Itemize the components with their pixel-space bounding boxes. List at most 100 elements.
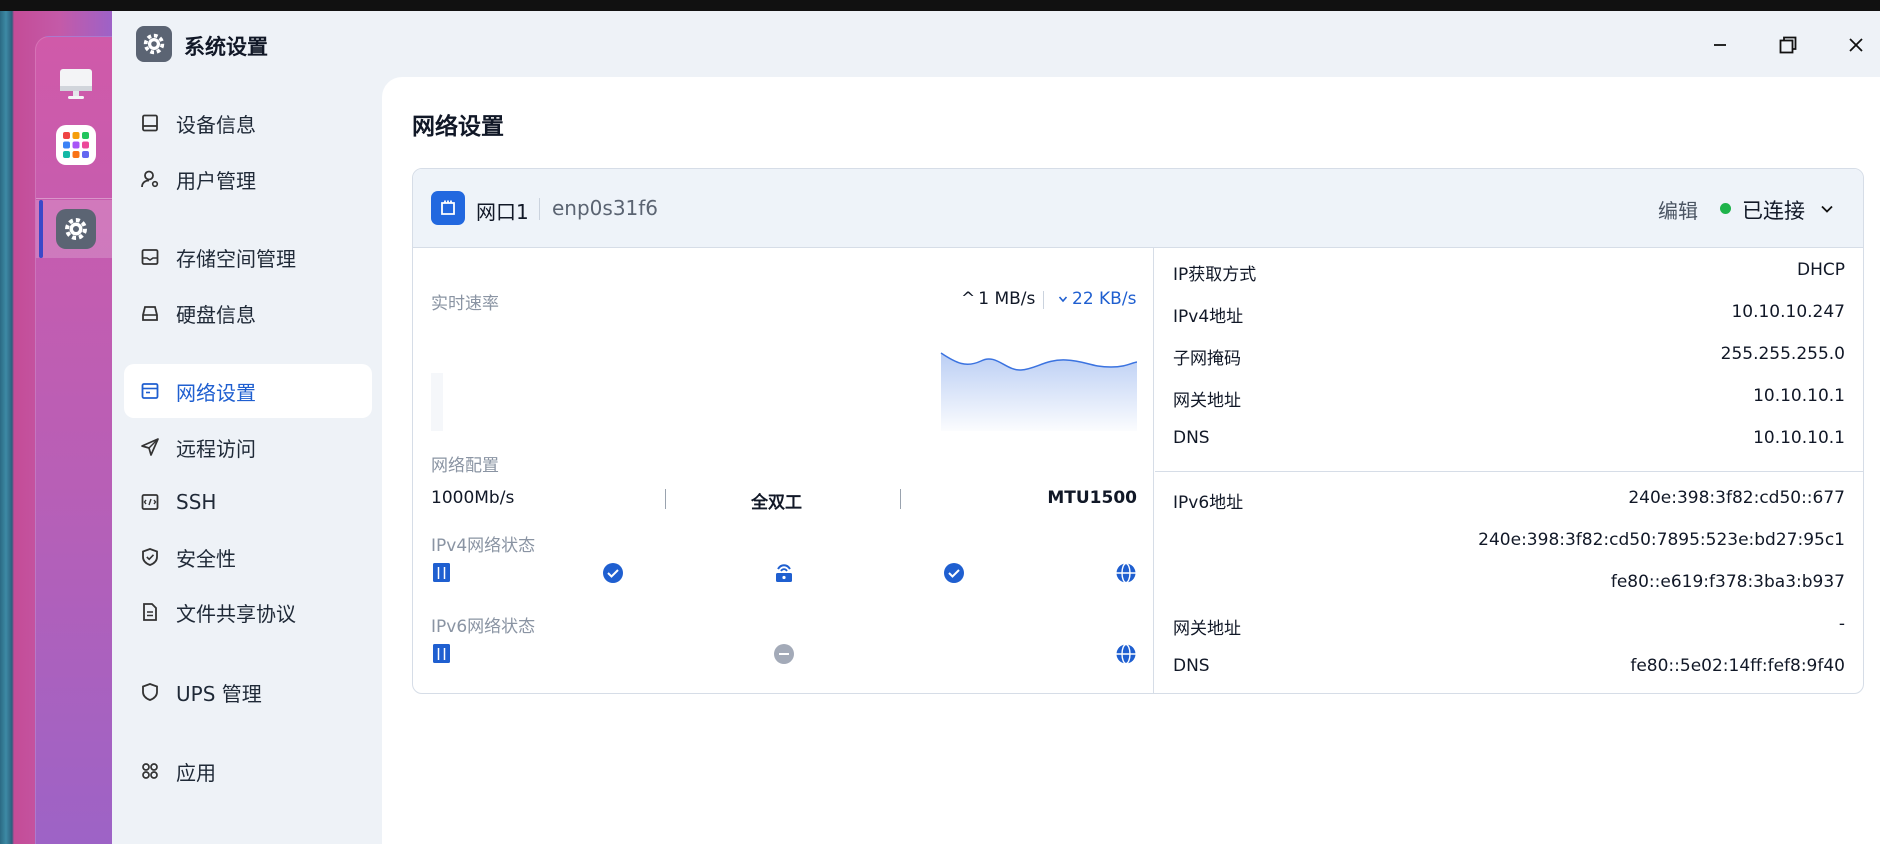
sidebar-item-device-info[interactable]: 设备信息 — [124, 96, 372, 150]
network-status-pane: 实时速率 ^ 1 MB/s 22 KB/s 网络配置 1000Mb/s 全双工 … — [413, 248, 1154, 693]
check-icon — [603, 563, 623, 583]
link-speed: 1000Mb/s — [431, 488, 515, 508]
server-icon — [433, 644, 450, 663]
ethernet-port-icon — [431, 191, 465, 225]
settings-app-icon — [136, 26, 172, 62]
info-value: 10.10.10.1 — [1753, 428, 1845, 448]
realtime-speed-label: 实时速率 — [431, 294, 499, 314]
info-row-ipv6-gateway: 网关地址 - — [1173, 604, 1845, 646]
download-speed-value: 22 KB/s — [1072, 289, 1137, 309]
connected-status-dot — [1720, 203, 1731, 214]
send-icon — [138, 435, 162, 459]
speed-sparkline — [431, 352, 1137, 431]
dock-active-indicator — [39, 200, 43, 258]
info-value: 10.10.10.1 — [1753, 386, 1845, 406]
sidebar-item-remote-access[interactable]: 远程访问 — [124, 420, 372, 474]
upload-arrow-icon: ^ — [961, 289, 976, 309]
ipv6-status-label: IPv6网络状态 — [431, 617, 536, 637]
app-dock — [35, 36, 114, 844]
sidebar-item-label: 安全性 — [176, 546, 236, 571]
info-key: DNS — [1173, 428, 1210, 448]
info-key: IPv4地址 — [1173, 307, 1244, 327]
settings-window: 系统设置 设备信息 用户管理 存储空间管理 硬盘信息 网络设置 远程访问 SSH… — [112, 11, 1880, 844]
minus-circle-icon — [774, 644, 794, 664]
info-key: 网关地址 — [1173, 391, 1241, 411]
download-speed: 22 KB/s — [1058, 289, 1136, 309]
sidebar-item-user-management[interactable]: 用户管理 — [124, 152, 372, 206]
info-row-ip-method: IP获取方式 DHCP — [1173, 250, 1845, 292]
minimize-button[interactable] — [1706, 31, 1734, 59]
info-divider — [1155, 471, 1863, 472]
info-value: - — [1838, 614, 1845, 634]
globe-icon — [1116, 643, 1136, 665]
config-divider — [665, 489, 666, 509]
mtu-value: MTU1500 — [1047, 488, 1137, 508]
port-name: 网口1 — [476, 200, 529, 224]
dock-divider — [36, 198, 114, 199]
app-center-icon[interactable] — [56, 125, 96, 165]
sidebar-item-label: 存储空间管理 — [176, 246, 296, 271]
sidebar-item-ups[interactable]: UPS 管理 — [124, 665, 372, 719]
ipv6-status-flow — [433, 643, 1136, 665]
download-arrow-icon — [1058, 289, 1068, 309]
window-title: 系统设置 — [184, 35, 268, 59]
sidebar-item-storage[interactable]: 存储空间管理 — [124, 230, 372, 284]
sidebar-item-file-sharing[interactable]: 文件共享协议 — [124, 585, 372, 639]
sidebar-item-label: SSH — [176, 490, 217, 514]
main-content: 网络设置 网口1 enp0s31f6 编辑 已连接 实时速率 ^ 1 MB/s … — [382, 77, 1880, 844]
server-icon — [433, 563, 450, 582]
minimize-icon — [1714, 44, 1726, 46]
sidebar-item-label: 硬盘信息 — [176, 302, 256, 327]
sidebar-item-label: 文件共享协议 — [176, 601, 296, 626]
info-row-ipv6-dns: DNS fe80::5e02:14ff:fef8:9f40 — [1173, 646, 1845, 688]
info-row-ipv6-address: IPv6地址 240e:398:3f82:cd50::677 — [1173, 478, 1845, 520]
restore-button[interactable] — [1774, 31, 1802, 59]
info-row-ipv6-address-2: 240e:398:3f82:cd50:7895:523e:bd27:95c1 — [1173, 520, 1845, 562]
info-row-subnet-mask: 子网掩码 255.255.255.0 — [1173, 334, 1845, 376]
ip-info-pane: IP获取方式 DHCP IPv4地址 10.10.10.247 子网掩码 255… — [1155, 248, 1863, 693]
apps-icon — [138, 759, 162, 783]
upload-speed-value: 1 MB/s — [978, 289, 1036, 309]
sidebar-item-ssh[interactable]: SSH — [124, 475, 372, 529]
header-divider — [539, 198, 540, 220]
info-row-ipv4-address: IPv4地址 10.10.10.247 — [1173, 292, 1845, 334]
close-icon — [1849, 38, 1863, 52]
port-interface: enp0s31f6 — [552, 196, 659, 220]
sidebar-item-security[interactable]: 安全性 — [124, 530, 372, 584]
chevron-down-icon[interactable] — [1817, 199, 1837, 219]
sidebar-item-apps[interactable]: 应用 — [124, 744, 372, 798]
info-value: 255.255.255.0 — [1720, 344, 1845, 364]
sidebar-item-network-settings[interactable]: 网络设置 — [124, 364, 372, 418]
sidebar-item-disk-info[interactable]: 硬盘信息 — [124, 286, 372, 340]
storage-icon — [138, 245, 162, 269]
sidebar-item-label: 用户管理 — [176, 168, 256, 193]
info-row-ipv6-link-local: fe80::e619:f378:3ba3:b937 — [1173, 562, 1845, 604]
document-icon — [138, 600, 162, 624]
ipv4-status-label: IPv4网络状态 — [431, 536, 536, 556]
sidebar-item-label: 网络设置 — [176, 380, 256, 405]
restore-icon — [1779, 36, 1797, 54]
info-key: 子网掩码 — [1173, 349, 1241, 369]
monitor-icon[interactable] — [56, 64, 96, 104]
close-button[interactable] — [1842, 31, 1870, 59]
shield-check-icon — [138, 545, 162, 569]
speed-divider — [1043, 291, 1044, 309]
info-row-dns: DNS 10.10.10.1 — [1173, 418, 1845, 460]
terminal-icon — [138, 490, 162, 514]
info-key: IPv6地址 — [1173, 493, 1244, 513]
info-value: 10.10.10.247 — [1731, 302, 1845, 322]
network-port-card: 网口1 enp0s31f6 编辑 已连接 实时速率 ^ 1 MB/s 22 KB… — [412, 168, 1864, 694]
title-bar: 系统设置 — [112, 11, 1880, 77]
shield-icon — [138, 680, 162, 704]
port-card-header: 网口1 enp0s31f6 编辑 已连接 — [413, 169, 1863, 248]
info-value: 240e:398:3f82:cd50:7895:523e:bd27:95c1 — [1478, 530, 1845, 550]
disk-icon — [138, 301, 162, 325]
edit-button[interactable]: 编辑 — [1658, 195, 1698, 224]
page-title: 网络设置 — [412, 114, 504, 140]
settings-gear-icon[interactable] — [56, 209, 96, 249]
info-value: fe80::5e02:14ff:fef8:9f40 — [1630, 656, 1845, 676]
info-key: 网关地址 — [1173, 619, 1241, 639]
config-divider — [900, 489, 901, 509]
sidebar-item-label: 应用 — [176, 760, 216, 785]
info-key: IP获取方式 — [1173, 265, 1257, 285]
